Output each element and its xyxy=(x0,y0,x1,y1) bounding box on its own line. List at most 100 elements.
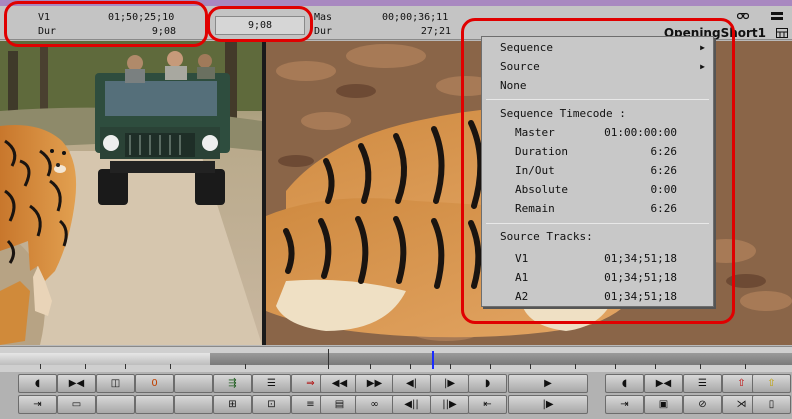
no-sign-button[interactable]: ⊘ xyxy=(683,395,722,414)
prev-edit-button[interactable]: ◀|| xyxy=(392,395,431,414)
tape-icon[interactable] xyxy=(737,11,749,21)
mark-in-button[interactable]: ◖ xyxy=(18,374,57,393)
tick-mark xyxy=(245,364,246,369)
master-value: 01:00:00:00 xyxy=(604,126,677,139)
tick-mark xyxy=(745,364,746,369)
duration-label: Duration xyxy=(515,145,568,158)
position-bar[interactable] xyxy=(0,346,792,372)
tick-mark xyxy=(410,364,411,369)
menu-item-none[interactable]: None xyxy=(482,77,713,95)
add-edit-button[interactable]: ▣ xyxy=(644,395,683,414)
duration-value: 6:26 xyxy=(650,145,678,158)
menu-item-master[interactable]: Master 01:00:00:00 xyxy=(482,124,713,142)
tick-mark xyxy=(530,364,531,369)
submenu-arrow-icon: ▶ xyxy=(700,43,705,52)
menu-item-sequence-label: Sequence xyxy=(500,41,553,54)
go-to-mark-button[interactable]: ⇥ xyxy=(605,395,644,414)
menu-item-track-v1[interactable]: V1 01;34;51;18 xyxy=(482,250,713,268)
fast-forward-button[interactable]: ▶▶ xyxy=(355,374,394,393)
menu-item-in-out[interactable]: In/Out 6:26 xyxy=(482,162,713,180)
menu-item-remain[interactable]: Remain 6:26 xyxy=(482,200,713,218)
empty-button[interactable] xyxy=(96,395,135,414)
source-dur-label[interactable]: Dur xyxy=(38,25,56,38)
jeep-and-tiger-frame xyxy=(0,41,262,345)
position-indicator[interactable] xyxy=(432,351,434,369)
center-duration-display[interactable]: 9;08 xyxy=(215,16,305,35)
play-loop-button[interactable]: ▭ xyxy=(57,395,96,414)
step-forward-button[interactable]: |▶ xyxy=(430,374,469,393)
record-mark-out-button[interactable]: ▶◀ xyxy=(644,374,683,393)
menu-item-source-label: Source xyxy=(500,60,540,73)
track-a2-label: A2 xyxy=(515,290,529,303)
tick-mark xyxy=(450,364,451,369)
in-out-value: 6:26 xyxy=(650,164,678,177)
splice-in-button[interactable]: ⇶ xyxy=(213,374,252,393)
source-monitor-video[interactable] xyxy=(0,41,262,345)
remain-value: 6:26 xyxy=(650,202,678,215)
tick-mark xyxy=(655,364,656,369)
tick-mark xyxy=(40,364,41,369)
lift-button[interactable]: ☰ xyxy=(252,374,291,393)
menu-item-track-a2[interactable]: A2 01;34;51;18 xyxy=(482,288,713,306)
menu-separator xyxy=(486,99,709,100)
go-to-start-button[interactable]: |▶ xyxy=(508,395,588,414)
next-edit-button[interactable]: ||▶ xyxy=(430,395,469,414)
loop-view-button[interactable]: ∞ xyxy=(355,395,394,414)
rewind-button[interactable]: ◀◀ xyxy=(320,374,359,393)
remain-label: Remain xyxy=(515,202,555,215)
source-dur-value: 9;08 xyxy=(151,26,176,37)
record-dur-value: 27;21 xyxy=(420,26,451,37)
empty-button[interactable] xyxy=(174,395,213,414)
position-bar-light-region xyxy=(0,353,210,365)
grid-button[interactable]: ▤ xyxy=(320,395,359,414)
position-bar-dark-region xyxy=(210,353,792,365)
tick-mark xyxy=(615,364,616,369)
monitor-toolbar: ◖ ▶◀ ◫ 0 ⇶ ☰ ⇒ ◀◀ ▶▶ ◀| |▶ ◗ ▶ ◖ ▶◀ ☰ ⇧ … xyxy=(0,372,792,419)
menu-item-source[interactable]: Source ▶ xyxy=(482,58,713,76)
in-out-label: In/Out xyxy=(515,164,555,177)
mark-out-button[interactable]: ▶◀ xyxy=(57,374,96,393)
play-reverse-button[interactable]: ◗ xyxy=(468,374,507,393)
record-dur-label[interactable]: Dur xyxy=(314,25,332,38)
source-track-label[interactable]: V1 xyxy=(38,11,50,24)
tick-mark xyxy=(700,364,701,369)
tick-mark xyxy=(170,364,171,369)
tick-mark xyxy=(370,364,371,369)
record-mark-clip-button[interactable]: ☰ xyxy=(683,374,722,393)
menu-icon[interactable] xyxy=(771,11,783,21)
tick-mark xyxy=(575,364,576,369)
go-to-in-button[interactable]: ⇥ xyxy=(18,395,57,414)
empty-button[interactable] xyxy=(135,395,174,414)
source-tracks-header: Source Tracks: xyxy=(482,228,713,246)
go-to-out-button[interactable]: ⇤ xyxy=(468,395,507,414)
menu-item-none-label: None xyxy=(500,79,527,92)
record-master-label[interactable]: Mas xyxy=(314,11,332,24)
source-track-timecode: 01;50;25;10 xyxy=(108,12,175,23)
monitor-menu-icon[interactable] xyxy=(776,28,788,38)
clipboard-button[interactable]: ▯ xyxy=(752,395,791,414)
sequence-timecode-header: Sequence Timecode : xyxy=(482,105,713,123)
source-monitor-button[interactable]: ⊞ xyxy=(213,395,252,414)
record-mark-in-button[interactable]: ◖ xyxy=(605,374,644,393)
absolute-label: Absolute xyxy=(515,183,568,196)
submenu-arrow-icon: ▶ xyxy=(700,62,705,71)
lift-up-button[interactable]: ⇧ xyxy=(752,374,791,393)
track-a1-value: 01;34;51;18 xyxy=(604,271,677,284)
record-monitor-button[interactable]: ⊡ xyxy=(252,395,291,414)
play-button[interactable]: ▶ xyxy=(508,374,588,393)
menu-separator xyxy=(486,223,709,224)
step-back-button[interactable]: ◀| xyxy=(392,374,431,393)
mark-count-button[interactable]: 0 xyxy=(135,374,174,393)
master-label: Master xyxy=(515,126,555,139)
menu-item-absolute[interactable]: Absolute 0:00 xyxy=(482,181,713,199)
record-master-timecode: 00;00;36;11 xyxy=(382,12,449,23)
mark-clip-button[interactable]: ◫ xyxy=(96,374,135,393)
absolute-value: 0:00 xyxy=(650,183,678,196)
menu-item-track-a1[interactable]: A1 01;34;51;18 xyxy=(482,269,713,287)
empty-button[interactable] xyxy=(174,374,213,393)
sequence-timecode-header-label: Sequence Timecode : xyxy=(500,107,626,120)
monitor-header: V1 01;50;25;10 Dur 9;08 9;08 Mas 00;00;3… xyxy=(0,6,792,40)
menu-item-duration[interactable]: Duration 6:26 xyxy=(482,143,713,161)
tick-mark xyxy=(125,364,126,369)
menu-item-sequence[interactable]: Sequence ▶ xyxy=(482,39,713,57)
